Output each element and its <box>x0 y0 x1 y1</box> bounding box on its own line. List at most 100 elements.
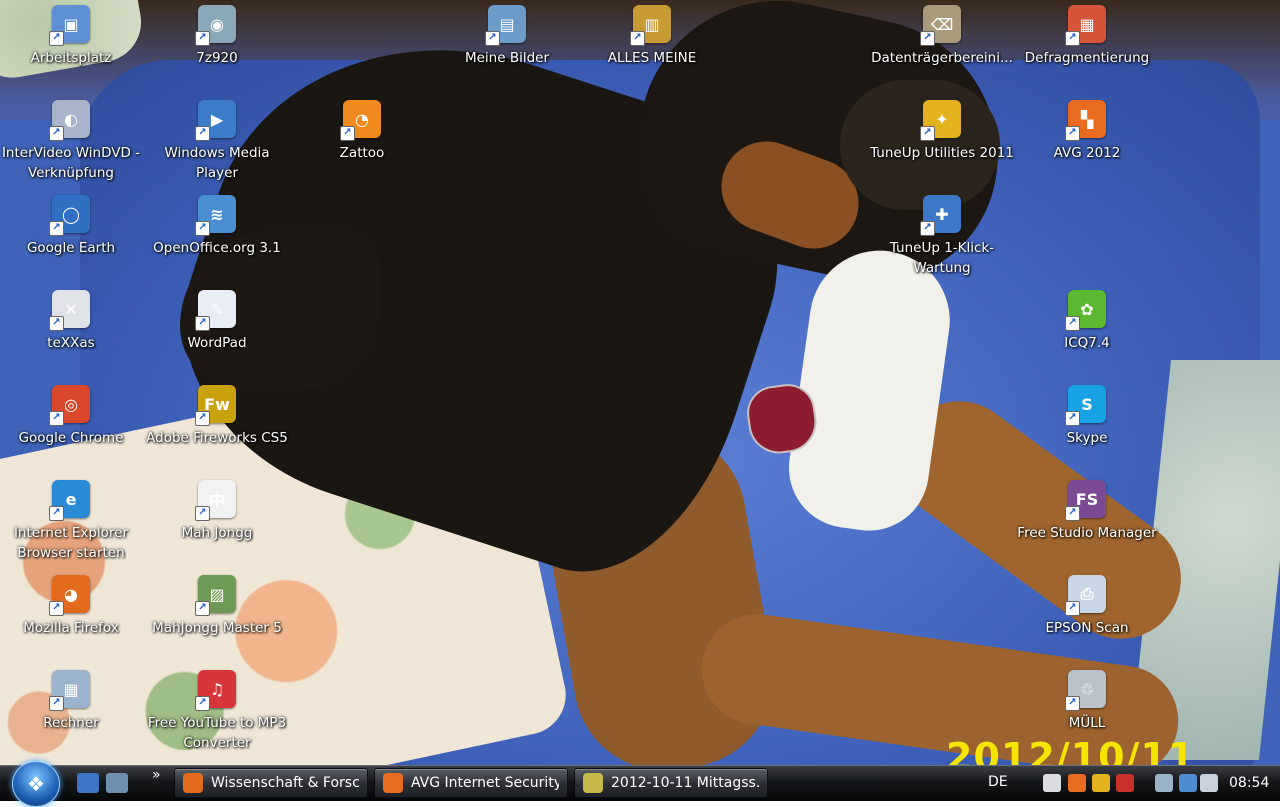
switch-windows-icon[interactable] <box>106 773 128 793</box>
antivirus-icon <box>383 773 403 793</box>
taskbar-button-avg[interactable]: AVG Internet Security... <box>374 768 568 798</box>
desktop-icon-calculator[interactable]: ▦ ↗ Rechner <box>0 670 144 733</box>
shortcut-arrow-icon: ↗ <box>49 601 64 616</box>
desktop-icon-pictures-folder[interactable]: ▤ ↗ Meine Bilder <box>434 5 580 68</box>
shortcut-arrow-icon: ↗ <box>195 31 210 46</box>
shortcut-arrow-icon: ↗ <box>195 696 210 711</box>
desktop-icon-fireworks[interactable]: Fw ↗ Adobe Fireworks CS5 <box>144 385 290 448</box>
desktop-icon-chrome[interactable]: ◎ ↗ Google Chrome <box>0 385 144 448</box>
desktop-icon-label: Google Earth <box>26 240 116 256</box>
show-desktop-icon[interactable] <box>77 773 99 793</box>
folder-icon: ▥ ↗ <box>630 5 671 46</box>
icq-flower-icon: ✿ ↗ <box>1065 290 1106 331</box>
desktop-icon-firefox[interactable]: ◕ ↗ Mozilla Firefox <box>0 575 144 638</box>
shortcut-arrow-icon: ↗ <box>340 126 355 141</box>
desktop-icon-label: AVG 2012 <box>1053 145 1121 161</box>
tuneup-tray-icon[interactable] <box>1092 774 1110 792</box>
shortcut-arrow-icon: ↗ <box>49 411 64 426</box>
desktop-icon-maintenance[interactable]: ✚ ↗ TuneUp 1-Klick-Wartung <box>869 195 1015 278</box>
speaker-mute-icon[interactable] <box>1116 774 1134 792</box>
desktop-icon-tv[interactable]: ◔ ↗ Zattoo <box>289 100 435 163</box>
desktop-icon-label: Skype <box>1066 430 1108 446</box>
desktop-icon-label: InterVideo WinDVD - Verknüpfung <box>1 145 141 181</box>
shortcut-arrow-icon: ↗ <box>195 601 210 616</box>
shortcut-arrow-icon: ↗ <box>195 126 210 141</box>
taskbar-button-label: 2012-10-11 Mittagss... <box>611 775 759 791</box>
tuneup-icon: ✦ ↗ <box>920 100 961 141</box>
desktop-icon-wordpad[interactable]: ✎ ↗ WordPad <box>144 290 290 353</box>
desktop-icon-internet-explorer[interactable]: e ↗ Internet Explorer Browser starten <box>0 480 144 563</box>
windows-logo-icon: ❖ <box>27 772 45 796</box>
shortcut-arrow-icon: ↗ <box>485 31 500 46</box>
start-button[interactable]: ❖ <box>12 761 60 807</box>
desktop-icon-label: Zattoo <box>339 145 385 161</box>
desktop-icon-scanner[interactable]: ⎙ ↗ EPSON Scan <box>1014 575 1160 638</box>
desktop-icon-label: Datenträgerbereini... <box>871 50 1013 66</box>
shortcut-arrow-icon: ↗ <box>920 31 935 46</box>
desktop-icon-label: teXXas <box>47 335 95 351</box>
desktop-icon-media-player[interactable]: ▶ ↗ Windows Media Player <box>144 100 290 183</box>
safely-remove-icon[interactable] <box>1155 774 1173 792</box>
shortcut-arrow-icon: ↗ <box>1065 506 1080 521</box>
desktop-icon-office-suite[interactable]: ≋ ↗ OpenOffice.org 3.1 <box>144 195 290 258</box>
youtube-mp3-icon: ♫ ↗ <box>195 670 236 711</box>
taskbar-button-label: AVG Internet Security... <box>411 775 559 791</box>
desktop-icon-computer[interactable]: ▣ ↗ Arbeitsplatz <box>0 5 144 68</box>
desktop-icon-folder[interactable]: ▥ ↗ ALLES MEINE <box>579 5 725 68</box>
pictures-folder-icon: ▤ ↗ <box>485 5 526 46</box>
desktop-icon-label: WordPad <box>187 335 247 351</box>
skype-icon: S ↗ <box>1065 385 1106 426</box>
media-player-icon: ▶ ↗ <box>195 100 236 141</box>
desktop-icon-recycle-bin[interactable]: ♲ ↗ MÜLL <box>1014 670 1160 733</box>
desktop-icon-dvd-player[interactable]: ◐ ↗ InterVideo WinDVD - Verknüpfung <box>0 100 144 183</box>
free-studio-icon: FS ↗ <box>1065 480 1106 521</box>
mahjongg-master-icon: ▨ ↗ <box>195 575 236 616</box>
taskbar-button-folder[interactable]: 2012-10-11 Mittagss... <box>574 768 768 798</box>
shortcut-arrow-icon: ↗ <box>1065 316 1080 331</box>
shortcut-arrow-icon: ↗ <box>49 221 64 236</box>
desktop-icon-globe[interactable]: ◯ ↗ Google Earth <box>0 195 144 258</box>
language-indicator[interactable]: DE <box>988 774 1008 790</box>
shortcut-arrow-icon: ↗ <box>49 696 64 711</box>
desktop-icon-texxas[interactable]: ✕ ↗ teXXas <box>0 290 144 353</box>
desktop-icon-label: 7z920 <box>196 50 238 66</box>
mahjong-tile-icon: 中 ↗ <box>195 480 236 521</box>
desktop-icon-free-studio[interactable]: FS ↗ Free Studio Manager <box>1014 480 1160 543</box>
desktop-icon-label: Internet Explorer Browser starten <box>13 525 129 561</box>
shortcut-arrow-icon: ↗ <box>920 221 935 236</box>
desktop-icon-defragment[interactable]: ▦ ↗ Defragmentierung <box>1014 5 1160 68</box>
clock[interactable]: 08:54 <box>1229 775 1269 791</box>
desktop-icon-archive-installer[interactable]: ◉ ↗ 7z920 <box>144 5 290 68</box>
volume-icon[interactable] <box>1200 774 1218 792</box>
computer-icon: ▣ ↗ <box>49 5 90 46</box>
desktop-icon-skype[interactable]: S ↗ Skype <box>1014 385 1160 448</box>
texxas-tray-icon[interactable] <box>1043 774 1061 792</box>
network-icon[interactable] <box>1179 774 1197 792</box>
calculator-icon: ▦ ↗ <box>49 670 90 711</box>
firefox-icon: ◕ ↗ <box>49 575 90 616</box>
dvd-player-icon: ◐ ↗ <box>49 100 90 141</box>
shortcut-arrow-icon: ↗ <box>1065 411 1080 426</box>
desktop-icon-youtube-mp3[interactable]: ♫ ↗ Free YouTube to MP3 Converter <box>144 670 290 753</box>
tv-icon: ◔ ↗ <box>340 100 381 141</box>
taskbar-button-label: Wissenschaft & Forsc... <box>211 775 359 791</box>
desktop-icon-antivirus[interactable]: ▚ ↗ AVG 2012 <box>1014 100 1160 163</box>
quick-launch-overflow[interactable]: » <box>152 767 161 783</box>
taskbar-button-firefox[interactable]: Wissenschaft & Forsc... <box>174 768 368 798</box>
desktop-icon-label: Free YouTube to MP3 Converter <box>147 715 287 751</box>
desktop-icon-label: MÜLL <box>1068 715 1106 731</box>
desktop-icon-label: TuneUp 1-Klick-Wartung <box>889 240 995 276</box>
maintenance-icon: ✚ ↗ <box>920 195 961 236</box>
desktop-icon-mahjongg-master[interactable]: ▨ ↗ MahJongg Master 5 <box>144 575 290 638</box>
desktop-icon-mahjong-tile[interactable]: 中 ↗ Mah Jongg <box>144 480 290 543</box>
desktop-icon-label: ICQ7.4 <box>1064 335 1110 351</box>
desktop-icon-disk-cleanup[interactable]: ⌫ ↗ Datenträgerbereini... <box>869 5 1015 68</box>
desktop-icon-label: Arbeitsplatz <box>30 50 112 66</box>
internet-explorer-icon: e ↗ <box>49 480 90 521</box>
avg-tray-icon[interactable] <box>1068 774 1086 792</box>
desktop-icon-icq-flower[interactable]: ✿ ↗ ICQ7.4 <box>1014 290 1160 353</box>
globe-icon: ◯ ↗ <box>49 195 90 236</box>
desktop-icon-tuneup[interactable]: ✦ ↗ TuneUp Utilities 2011 <box>869 100 1015 163</box>
desktop-icon-label: Google Chrome <box>18 430 124 446</box>
shortcut-arrow-icon: ↗ <box>1065 31 1080 46</box>
